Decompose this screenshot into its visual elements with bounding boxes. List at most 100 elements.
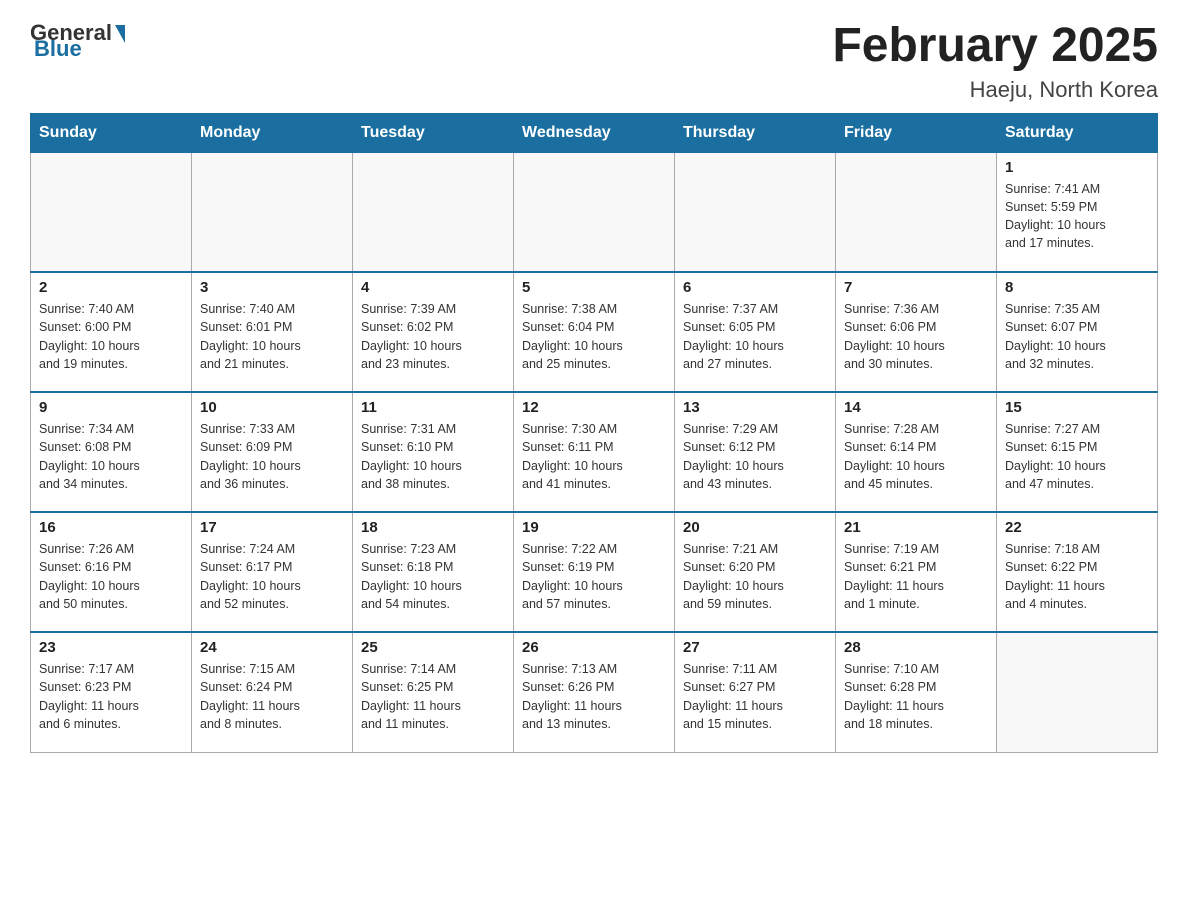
calendar-cell <box>997 632 1158 752</box>
day-info: Sunrise: 7:18 AM Sunset: 6:22 PM Dayligh… <box>1005 540 1149 613</box>
day-info: Sunrise: 7:31 AM Sunset: 6:10 PM Dayligh… <box>361 420 505 493</box>
calendar-cell: 20 Sunrise: 7:21 AM Sunset: 6:20 PM Dayli… <box>675 512 836 632</box>
day-info: Sunrise: 7:19 AM Sunset: 6:21 PM Dayligh… <box>844 540 988 613</box>
calendar-cell: 27Sunrise: 7:11 AM Sunset: 6:27 PM Dayli… <box>675 632 836 752</box>
day-number: 24 <box>200 639 344 656</box>
day-info: Sunrise: 7:30 AM Sunset: 6:11 PM Dayligh… <box>522 420 666 493</box>
day-number: 10 <box>200 399 344 416</box>
day-number: 4 <box>361 279 505 296</box>
day-number: 11 <box>361 399 505 416</box>
day-number: 12 <box>522 399 666 416</box>
day-number: 7 <box>844 279 988 296</box>
day-info: Sunrise: 7:15 AM Sunset: 6:24 PM Dayligh… <box>200 660 344 733</box>
calendar-cell: 7 Sunrise: 7:36 AM Sunset: 6:06 PM Daylig… <box>836 272 997 392</box>
calendar-cell: 21 Sunrise: 7:19 AM Sunset: 6:21 PM Dayli… <box>836 512 997 632</box>
weekday-header-saturday: Saturday <box>997 113 1158 152</box>
calendar-week-row: 1 Sunrise: 7:41 AM Sunset: 5:59 PM Daylig… <box>31 152 1158 272</box>
day-number: 27 <box>683 639 827 656</box>
calendar-cell: 18 Sunrise: 7:23 AM Sunset: 6:18 PM Dayli… <box>353 512 514 632</box>
calendar-cell: 17 Sunrise: 7:24 AM Sunset: 6:17 PM Dayli… <box>192 512 353 632</box>
day-number: 23 <box>39 639 183 656</box>
calendar-cell: 15 Sunrise: 7:27 AM Sunset: 6:15 PM Dayli… <box>997 392 1158 512</box>
day-number: 21 <box>844 519 988 536</box>
day-number: 2 <box>39 279 183 296</box>
day-info: Sunrise: 7:21 AM Sunset: 6:20 PM Dayligh… <box>683 540 827 613</box>
calendar-cell: 4 Sunrise: 7:39 AM Sunset: 6:02 PM Daylig… <box>353 272 514 392</box>
day-number: 13 <box>683 399 827 416</box>
calendar-cell: 14 Sunrise: 7:28 AM Sunset: 6:14 PM Dayli… <box>836 392 997 512</box>
day-number: 26 <box>522 639 666 656</box>
weekday-header-thursday: Thursday <box>675 113 836 152</box>
calendar-cell: 1 Sunrise: 7:41 AM Sunset: 5:59 PM Daylig… <box>997 152 1158 272</box>
day-number: 22 <box>1005 519 1149 536</box>
calendar-week-row: 16 Sunrise: 7:26 AM Sunset: 6:16 PM Dayli… <box>31 512 1158 632</box>
day-number: 28 <box>844 639 988 656</box>
logo-blue-text: Blue <box>34 36 82 62</box>
calendar-week-row: 2Sunrise: 7:40 AM Sunset: 6:00 PM Daylig… <box>31 272 1158 392</box>
day-info: Sunrise: 7:22 AM Sunset: 6:19 PM Dayligh… <box>522 540 666 613</box>
day-info: Sunrise: 7:40 AM Sunset: 6:01 PM Dayligh… <box>200 300 344 373</box>
calendar-cell: 26 Sunrise: 7:13 AM Sunset: 6:26 PM Dayli… <box>514 632 675 752</box>
weekday-header-friday: Friday <box>836 113 997 152</box>
title-section: February 2025 Haeju, North Korea <box>832 20 1158 103</box>
day-info: Sunrise: 7:14 AM Sunset: 6:25 PM Dayligh… <box>361 660 505 733</box>
day-info: Sunrise: 7:36 AM Sunset: 6:06 PM Dayligh… <box>844 300 988 373</box>
day-number: 9 <box>39 399 183 416</box>
day-number: 1 <box>1005 159 1149 176</box>
day-info: Sunrise: 7:41 AM Sunset: 5:59 PM Dayligh… <box>1005 180 1149 253</box>
day-info: Sunrise: 7:33 AM Sunset: 6:09 PM Dayligh… <box>200 420 344 493</box>
calendar-cell: 25Sunrise: 7:14 AM Sunset: 6:25 PM Dayli… <box>353 632 514 752</box>
weekday-header-tuesday: Tuesday <box>353 113 514 152</box>
calendar-cell <box>675 152 836 272</box>
day-number: 20 <box>683 519 827 536</box>
calendar-cell <box>192 152 353 272</box>
day-info: Sunrise: 7:35 AM Sunset: 6:07 PM Dayligh… <box>1005 300 1149 373</box>
day-info: Sunrise: 7:17 AM Sunset: 6:23 PM Dayligh… <box>39 660 183 733</box>
calendar-cell: 11 Sunrise: 7:31 AM Sunset: 6:10 PM Dayli… <box>353 392 514 512</box>
page-header: General Blue February 2025 Haeju, North … <box>30 20 1158 103</box>
day-number: 5 <box>522 279 666 296</box>
weekday-header-wednesday: Wednesday <box>514 113 675 152</box>
day-number: 3 <box>200 279 344 296</box>
day-info: Sunrise: 7:13 AM Sunset: 6:26 PM Dayligh… <box>522 660 666 733</box>
day-number: 14 <box>844 399 988 416</box>
calendar-table: SundayMondayTuesdayWednesdayThursdayFrid… <box>30 113 1158 753</box>
calendar-week-row: 9 Sunrise: 7:34 AM Sunset: 6:08 PM Daylig… <box>31 392 1158 512</box>
calendar-cell: 28 Sunrise: 7:10 AM Sunset: 6:28 PM Dayli… <box>836 632 997 752</box>
day-info: Sunrise: 7:10 AM Sunset: 6:28 PM Dayligh… <box>844 660 988 733</box>
day-number: 6 <box>683 279 827 296</box>
calendar-cell: 12 Sunrise: 7:30 AM Sunset: 6:11 PM Dayli… <box>514 392 675 512</box>
day-info: Sunrise: 7:29 AM Sunset: 6:12 PM Dayligh… <box>683 420 827 493</box>
calendar-cell: 8 Sunrise: 7:35 AM Sunset: 6:07 PM Daylig… <box>997 272 1158 392</box>
day-info: Sunrise: 7:34 AM Sunset: 6:08 PM Dayligh… <box>39 420 183 493</box>
day-info: Sunrise: 7:24 AM Sunset: 6:17 PM Dayligh… <box>200 540 344 613</box>
day-number: 18 <box>361 519 505 536</box>
day-info: Sunrise: 7:26 AM Sunset: 6:16 PM Dayligh… <box>39 540 183 613</box>
calendar-cell: 2Sunrise: 7:40 AM Sunset: 6:00 PM Daylig… <box>31 272 192 392</box>
calendar-cell: 5 Sunrise: 7:38 AM Sunset: 6:04 PM Daylig… <box>514 272 675 392</box>
day-number: 15 <box>1005 399 1149 416</box>
calendar-cell: 10 Sunrise: 7:33 AM Sunset: 6:09 PM Dayli… <box>192 392 353 512</box>
day-number: 19 <box>522 519 666 536</box>
calendar-cell: 9 Sunrise: 7:34 AM Sunset: 6:08 PM Daylig… <box>31 392 192 512</box>
calendar-cell: 16 Sunrise: 7:26 AM Sunset: 6:16 PM Dayli… <box>31 512 192 632</box>
calendar-cell <box>514 152 675 272</box>
day-number: 17 <box>200 519 344 536</box>
calendar-week-row: 23 Sunrise: 7:17 AM Sunset: 6:23 PM Dayli… <box>31 632 1158 752</box>
day-info: Sunrise: 7:38 AM Sunset: 6:04 PM Dayligh… <box>522 300 666 373</box>
day-info: Sunrise: 7:27 AM Sunset: 6:15 PM Dayligh… <box>1005 420 1149 493</box>
calendar-cell: 13 Sunrise: 7:29 AM Sunset: 6:12 PM Dayli… <box>675 392 836 512</box>
day-info: Sunrise: 7:39 AM Sunset: 6:02 PM Dayligh… <box>361 300 505 373</box>
day-info: Sunrise: 7:23 AM Sunset: 6:18 PM Dayligh… <box>361 540 505 613</box>
day-info: Sunrise: 7:28 AM Sunset: 6:14 PM Dayligh… <box>844 420 988 493</box>
calendar-cell <box>836 152 997 272</box>
weekday-header-sunday: Sunday <box>31 113 192 152</box>
day-number: 16 <box>39 519 183 536</box>
calendar-cell: 3 Sunrise: 7:40 AM Sunset: 6:01 PM Daylig… <box>192 272 353 392</box>
calendar-cell <box>353 152 514 272</box>
weekday-header-monday: Monday <box>192 113 353 152</box>
calendar-cell: 22 Sunrise: 7:18 AM Sunset: 6:22 PM Dayli… <box>997 512 1158 632</box>
day-info: Sunrise: 7:37 AM Sunset: 6:05 PM Dayligh… <box>683 300 827 373</box>
day-number: 8 <box>1005 279 1149 296</box>
calendar-cell: 23 Sunrise: 7:17 AM Sunset: 6:23 PM Dayli… <box>31 632 192 752</box>
